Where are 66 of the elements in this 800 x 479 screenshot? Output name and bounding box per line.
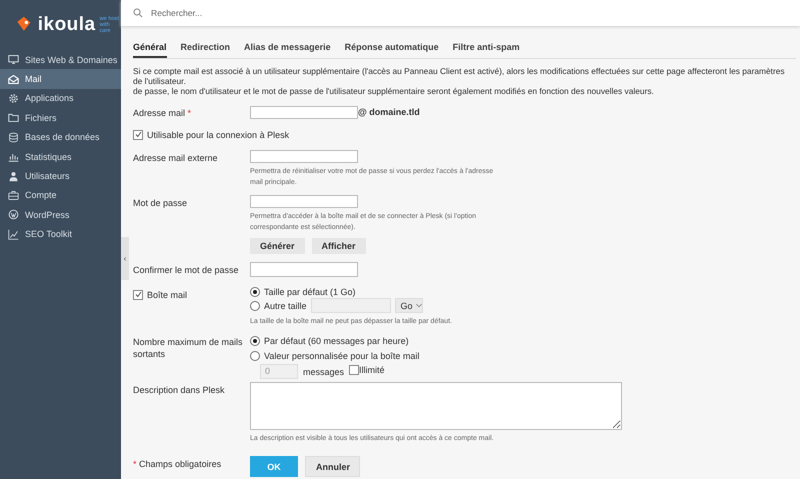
tab[interactable]: Général xyxy=(133,40,167,58)
sidebar-item[interactable]: Sites Web & Domaines xyxy=(0,50,121,70)
external-email-field[interactable] xyxy=(250,150,358,163)
sidebar-item[interactable]: WordPress xyxy=(0,205,121,225)
radio-label: Taille par défaut (1 Go) xyxy=(264,287,356,297)
confirm-password-field[interactable] xyxy=(250,262,358,277)
field-label: Mot de passe xyxy=(133,198,188,208)
tab[interactable]: Redirection xyxy=(180,40,230,58)
collapse-handle[interactable]: ‹ xyxy=(121,237,129,280)
gear-icon xyxy=(8,92,19,104)
sidebar-item[interactable]: Applications xyxy=(0,88,121,108)
field-label: Adresse mail xyxy=(133,108,186,118)
required-mark: * xyxy=(188,108,192,118)
radio-label: Par défaut (60 messages par heure) xyxy=(264,336,409,346)
field-label: Adresse mail externe xyxy=(133,153,218,163)
checkbox-label: Boîte mail xyxy=(147,288,188,300)
briefcase-icon xyxy=(8,190,19,201)
checkbox-label: Utilisable pour la connexion à Plesk xyxy=(147,130,290,140)
checkbox[interactable] xyxy=(133,290,143,300)
sidebar-item[interactable]: Mail xyxy=(0,69,121,89)
field-label: Confirmer le mot de passe xyxy=(133,265,239,275)
intro-text: de passe, le nom d'utilisateur et le mot de passe de l'utilisateur supplémentaire seront également modifiés en fonction des nouvelles valeurs. xyxy=(133,86,655,96)
tab[interactable]: Réponse automatique xyxy=(344,40,439,58)
field-label: Nombre maximum de mails sortants xyxy=(133,336,244,360)
user-icon xyxy=(8,170,19,182)
radio-label: Autre taille xyxy=(264,300,307,310)
size-field[interactable] xyxy=(310,298,391,313)
description-field[interactable] xyxy=(250,382,622,430)
trend-icon xyxy=(8,228,19,240)
chart-icon xyxy=(8,151,19,162)
radio-button[interactable] xyxy=(250,351,260,361)
checkbox[interactable] xyxy=(133,130,143,140)
required-mark: * xyxy=(133,459,137,469)
mail-icon xyxy=(8,74,19,85)
password-button[interactable]: Afficher xyxy=(312,238,366,254)
radio-button[interactable] xyxy=(250,287,260,297)
caret-icon xyxy=(416,303,422,308)
sidebar-item[interactable]: SEO Toolkit xyxy=(0,224,121,244)
password-button[interactable]: Générer xyxy=(250,238,305,254)
unit-dropdown[interactable]: Go xyxy=(394,298,423,313)
intro-text: Si ce compte mail est associé à un utilisateur supplémentaire (l'accès au Panneau Client est activé), alors les modifications effectuées sur cette page affecteront les paramètres de l'utilisateur. xyxy=(133,66,786,86)
logo-text: ikoula xyxy=(38,14,96,36)
domain-text: @ domaine.tld xyxy=(358,106,420,117)
wordpress-icon xyxy=(8,209,19,220)
sidebar-item[interactable]: Statistiques xyxy=(0,146,121,166)
sidebar-item[interactable]: Fichiers xyxy=(0,108,121,128)
folder-icon xyxy=(8,112,19,124)
tab[interactable]: Alias de messagerie xyxy=(244,40,331,58)
search-icon xyxy=(133,8,143,18)
tab[interactable]: Filtre anti-spam xyxy=(452,40,520,58)
password-field[interactable] xyxy=(250,195,358,208)
monitor-icon xyxy=(8,54,19,66)
sidebar-item[interactable]: Compte xyxy=(0,186,121,206)
email-field[interactable] xyxy=(250,106,358,119)
radio-button[interactable] xyxy=(250,336,260,346)
database-icon xyxy=(8,132,19,143)
checkbox[interactable] xyxy=(349,365,360,375)
checkbox-label: Illimité xyxy=(359,365,385,375)
cancel-button[interactable]: Annuler xyxy=(305,456,360,477)
sidebar-item[interactable]: Bases de données xyxy=(0,128,121,147)
unit-label: messages xyxy=(303,366,344,376)
required-note: Champs obligatoires xyxy=(139,459,222,469)
field-label: Description dans Plesk xyxy=(133,384,225,394)
sidebar-item[interactable]: Utilisateurs xyxy=(0,166,121,186)
radio-button[interactable] xyxy=(250,300,260,310)
radio-label: Valeur personnalisée pour la boîte mail xyxy=(264,351,420,361)
